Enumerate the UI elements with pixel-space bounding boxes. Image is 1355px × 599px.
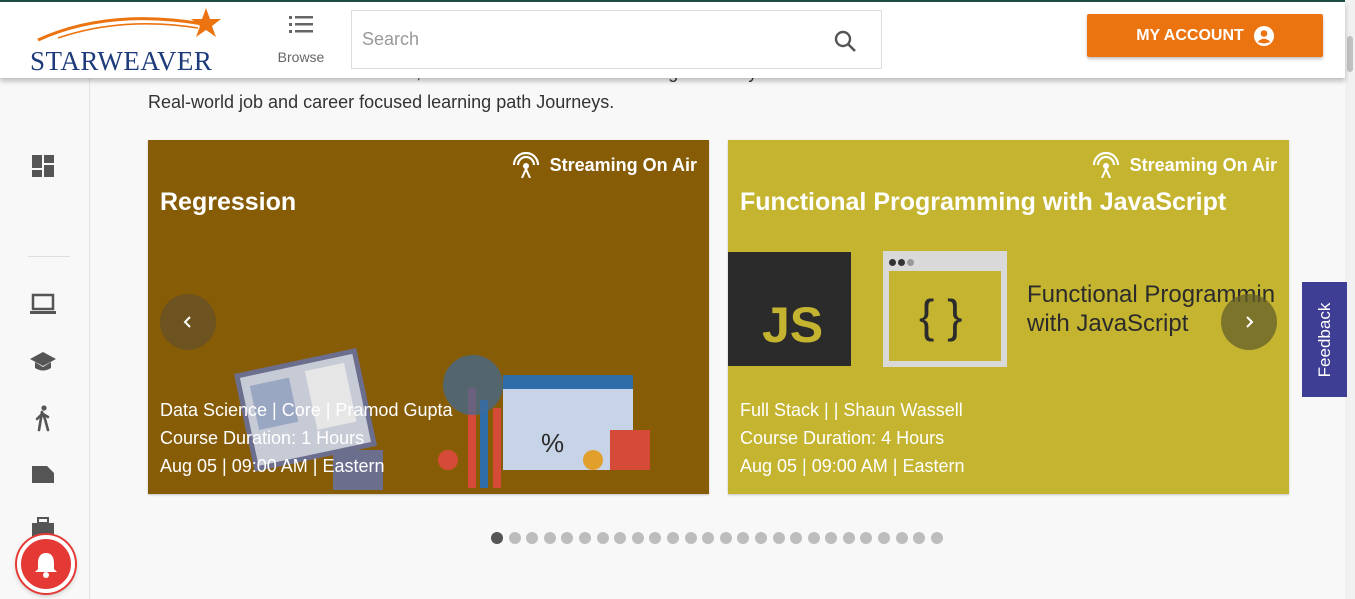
carousel-pagination [491,532,943,544]
logo-text: STARWEAVER [30,46,213,76]
my-account-label: MY ACCOUNT [1136,26,1244,44]
carousel-dot[interactable] [913,532,926,544]
my-account-button[interactable]: MY ACCOUNT [1087,14,1323,57]
window-dot [889,259,896,266]
course-duration: Course Duration: 4 Hours [740,428,945,448]
carousel-dot[interactable] [491,532,503,544]
school-icon[interactable] [29,348,57,376]
left-sidebar [0,78,90,599]
js-logo-image: JS [728,252,851,366]
logo-star-swoosh [37,8,221,42]
chevron-right-icon [1246,316,1254,328]
feedback-label: Feedback [1314,302,1334,377]
carousel-prev-button[interactable] [160,294,216,350]
carousel-dot[interactable] [596,532,609,544]
carousel-dot[interactable] [649,532,662,544]
browse-label: Browse [277,49,325,65]
code-window-body: { } [889,271,1001,361]
starweaver-logo[interactable]: STARWEAVER [28,6,233,76]
carousel-dot[interactable] [719,532,732,544]
sidebar-divider [28,256,70,257]
dashboard-icon[interactable] [29,152,57,180]
streaming-label: Streaming On Air [1129,154,1277,175]
browse-button[interactable]: Browse [270,14,332,70]
streaming-label: Streaming On Air [549,154,697,175]
top-header: STARWEAVER Browse MY ACCOUNT [0,2,1345,78]
course-schedule: Aug 05 | 09:00 AM | Eastern [160,456,385,476]
laptop-icon[interactable] [29,290,57,318]
carousel-dot[interactable] [526,532,539,544]
svg-text:%: % [541,428,564,458]
window-dot [898,259,905,266]
broadcast-icon [1092,152,1119,178]
course-duration: Course Duration: 1 Hours [160,428,365,448]
code-window-image: { } [883,251,1007,367]
carousel-dot[interactable] [790,532,803,544]
bell-icon [35,553,57,578]
carousel-dot[interactable] [930,532,943,544]
carousel-dot[interactable] [772,532,785,544]
course-title[interactable]: Functional Programming with JavaScript [740,188,1226,217]
carousel-dot[interactable] [543,532,556,544]
course-title[interactable]: Regression [160,188,296,217]
streaming-badge: Streaming On Air [1092,152,1277,178]
label-icon[interactable] [29,460,57,488]
search-input[interactable] [352,11,822,68]
carousel-dot[interactable] [807,532,820,544]
carousel-dot[interactable] [684,532,697,544]
carousel-dot[interactable] [737,532,750,544]
course-card-regression[interactable]: % Streaming On Air Regression Data Scien… [148,140,709,494]
carousel-dot[interactable] [508,532,521,544]
search-box [351,10,882,69]
carousel-dot[interactable] [614,532,627,544]
carousel-dot[interactable] [842,532,855,544]
walk-icon[interactable] [29,404,57,432]
feedback-tab[interactable]: Feedback [1302,282,1347,397]
carousel-dot[interactable] [878,532,891,544]
carousel-dot[interactable] [702,532,715,544]
carousel-dot[interactable] [578,532,591,544]
intro-line-2: Real-world job and career focused learni… [148,92,615,112]
carousel-dot[interactable] [561,532,574,544]
window-dot [907,259,914,266]
carousel-dot[interactable] [666,532,679,544]
account-circle-icon [1253,25,1274,46]
chevron-left-icon [183,316,191,328]
course-category: Full Stack | | Shaun Wassell [740,400,963,420]
carousel-next-button[interactable] [1221,294,1277,350]
broadcast-icon [512,152,539,178]
braces-glyph: { } [919,290,963,342]
course-category: Data Science | Core | Pramod Gupta [160,400,453,420]
search-icon[interactable] [833,29,857,53]
carousel-dot[interactable] [825,532,838,544]
course-schedule: Aug 05 | 09:00 AM | Eastern [740,456,965,476]
notification-bell-button[interactable] [17,535,75,593]
carousel-dot[interactable] [895,532,908,544]
js-logo-text: JS [762,297,824,353]
carousel-dot[interactable] [754,532,767,544]
scrollbar-thumb[interactable] [1347,36,1353,72]
course-card-functional-js[interactable]: Streaming On Air Functional Programming … [728,140,1289,494]
streaming-badge: Streaming On Air [512,152,697,178]
carousel-dot[interactable] [631,532,644,544]
carousel-dot[interactable] [860,532,873,544]
menu-icon [289,16,313,33]
